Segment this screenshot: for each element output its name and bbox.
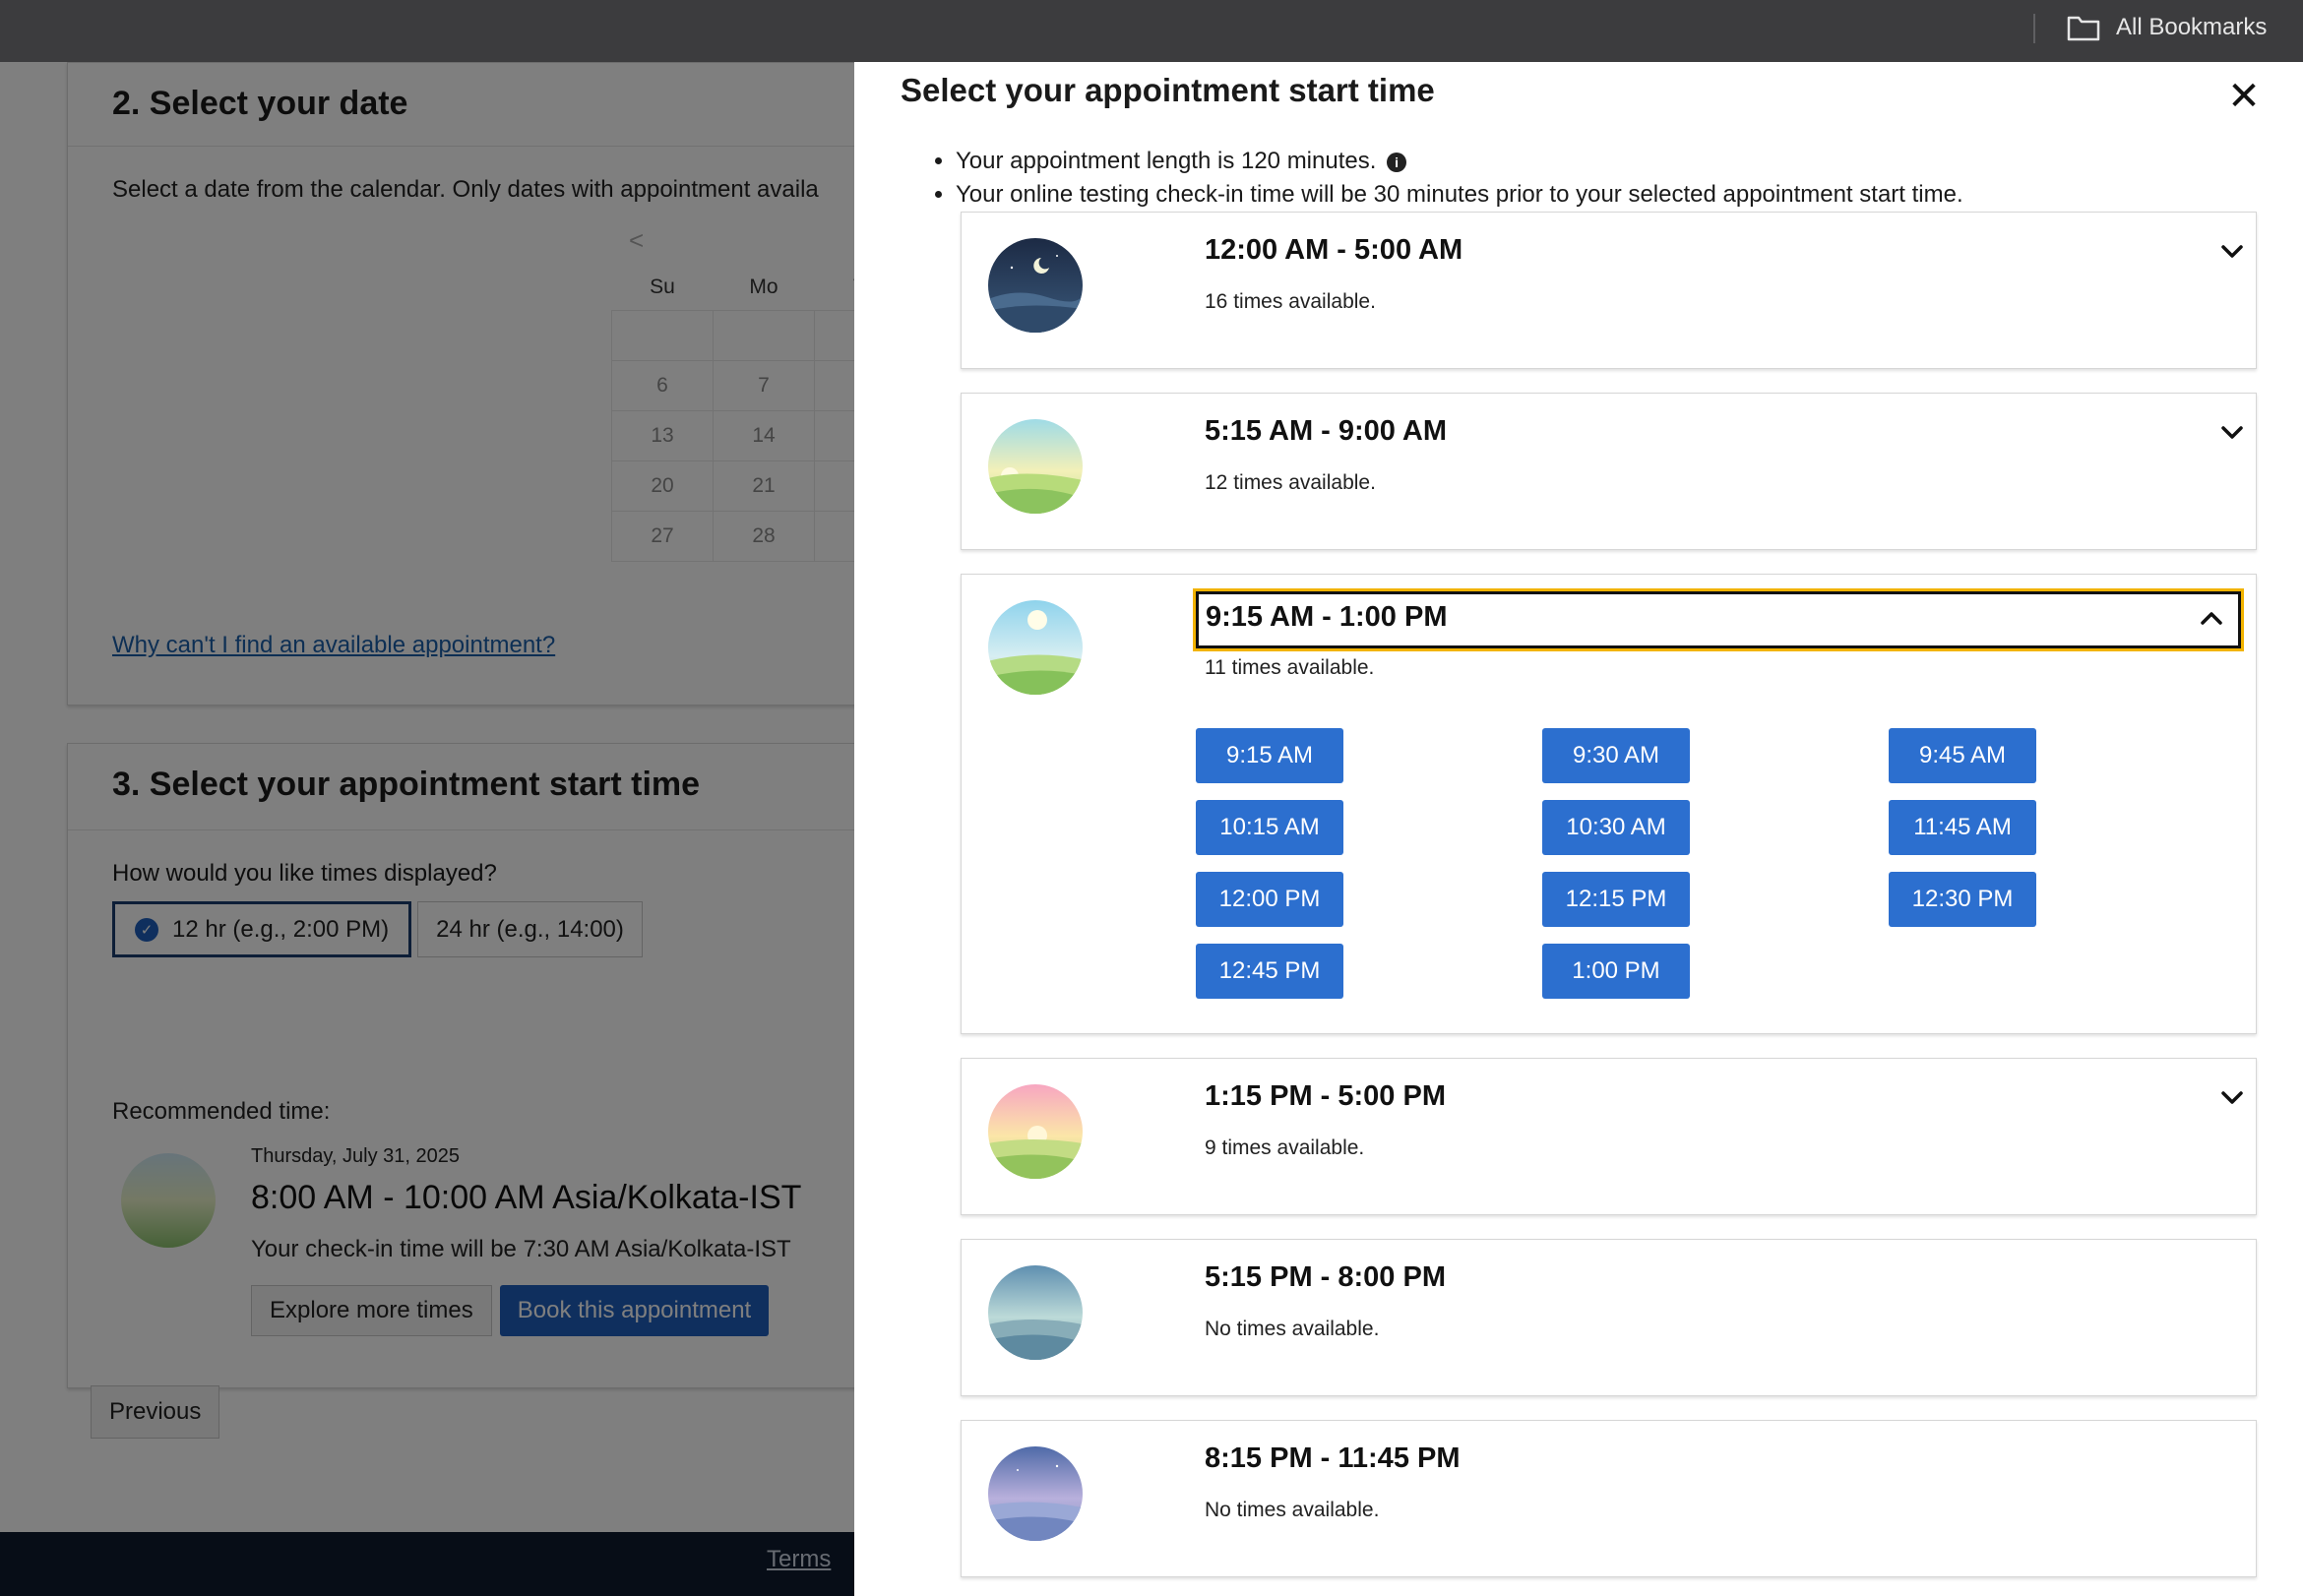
slot-range: 1:15 PM - 5:00 PM	[1205, 1080, 1446, 1112]
sunrise-icon	[988, 419, 1083, 514]
panel-title: Select your appointment start time	[901, 72, 1435, 108]
time-button[interactable]: 1:00 PM	[1542, 944, 1690, 999]
close-icon[interactable]: ✕	[2224, 77, 2264, 116]
time-button[interactable]: 12:15 PM	[1542, 872, 1690, 927]
info-item: Your online testing check-in time will b…	[956, 178, 1963, 212]
info-item: Your appointment length is 120 minutes. …	[956, 145, 1963, 178]
time-slot-group[interactable]: 5:15 AM - 9:00 AM 12 times available.	[961, 393, 2257, 550]
night-moon-icon	[988, 238, 1083, 333]
time-button[interactable]: 9:45 AM	[1889, 728, 2036, 783]
slot-range: 9:15 AM - 1:00 PM	[1206, 601, 1448, 633]
slot-availability: 11 times available.	[1205, 656, 1375, 679]
chevron-down-icon[interactable]	[2218, 418, 2246, 446]
time-button[interactable]: 10:30 AM	[1542, 800, 1690, 855]
time-slot-group[interactable]: 9:15 AM - 1:00 PM 11 times available. 9:…	[961, 574, 2257, 1034]
time-button[interactable]: 11:45 AM	[1889, 800, 2036, 855]
time-button[interactable]: 10:15 AM	[1196, 800, 1343, 855]
slot-availability: No times available.	[1205, 1499, 1380, 1521]
day-sun-icon	[988, 600, 1083, 695]
slot-header-button[interactable]: 9:15 AM - 1:00 PM	[1193, 588, 2244, 651]
chevron-down-icon[interactable]	[2218, 1083, 2246, 1111]
slot-availability: 9 times available.	[1205, 1136, 1365, 1159]
info-list: Your appointment length is 120 minutes. …	[956, 145, 1963, 212]
time-button[interactable]: 9:15 AM	[1196, 728, 1343, 783]
bookmarks-bar: All Bookmarks	[0, 0, 2303, 62]
time-slot-group[interactable]: 12:00 AM - 5:00 AM 16 times available.	[961, 212, 2257, 369]
time-slot-group: 8:15 PM - 11:45 PM No times available.	[961, 1420, 2257, 1577]
slot-range: 5:15 AM - 9:00 AM	[1205, 415, 1448, 447]
afternoon-sun-icon	[988, 1084, 1083, 1179]
all-bookmarks-button[interactable]: All Bookmarks	[2067, 12, 2267, 43]
chevron-up-icon[interactable]	[2198, 605, 2225, 633]
info-icon[interactable]: i	[1387, 153, 1407, 172]
folder-icon	[2067, 16, 2100, 41]
bookmarks-separator	[2033, 14, 2035, 43]
appointment-length-text: Your appointment length is 120 minutes.	[956, 148, 1377, 174]
late-evening-icon	[988, 1446, 1083, 1541]
slot-range: 8:15 PM - 11:45 PM	[1205, 1443, 1461, 1474]
time-button[interactable]: 12:30 PM	[1889, 872, 2036, 927]
slot-availability: No times available.	[1205, 1318, 1380, 1340]
time-button[interactable]: 9:30 AM	[1542, 728, 1690, 783]
slot-availability: 16 times available.	[1205, 290, 1376, 313]
slot-availability: 12 times available.	[1205, 471, 1376, 494]
time-slot-group: 5:15 PM - 8:00 PM No times available.	[961, 1239, 2257, 1396]
slot-range: 5:15 PM - 8:00 PM	[1205, 1261, 1446, 1293]
time-slot-group[interactable]: 1:15 PM - 5:00 PM 9 times available.	[961, 1058, 2257, 1215]
time-button[interactable]: 12:00 PM	[1196, 872, 1343, 927]
evening-icon	[988, 1265, 1083, 1360]
time-button-grid: 9:15 AM 9:30 AM 9:45 AM 10:15 AM 10:30 A…	[1196, 728, 2036, 999]
time-button[interactable]: 12:45 PM	[1196, 944, 1343, 999]
slot-range: 12:00 AM - 5:00 AM	[1205, 234, 1463, 266]
appointment-time-panel: Select your appointment start time ✕ You…	[854, 62, 2303, 1596]
chevron-down-icon[interactable]	[2218, 237, 2246, 265]
all-bookmarks-label: All Bookmarks	[2116, 14, 2268, 40]
